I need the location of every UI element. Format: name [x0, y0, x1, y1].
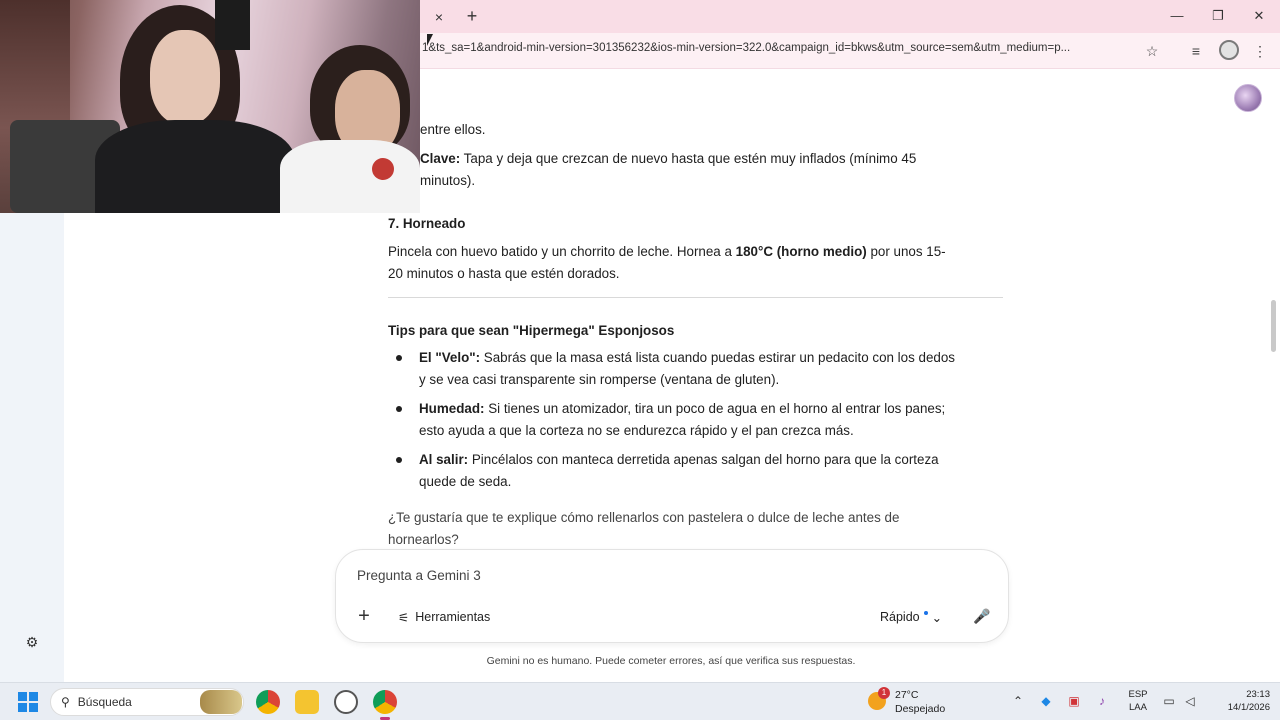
chevron-up-icon[interactable]: ⌃	[1009, 691, 1027, 711]
clave-paragraph: Clave: Tapa y deja que crezcan de nuevo …	[420, 148, 1004, 192]
amd-icon[interactable]: ▣	[1065, 691, 1083, 711]
tip-label: El "Velo":	[419, 350, 481, 365]
tip-text: Si tienes un atomizador, tira un poco de…	[484, 401, 946, 416]
webcam-overlay	[0, 0, 420, 213]
mode-selector[interactable]: Rápido ⌄	[880, 606, 942, 628]
step-text-tail: por unos 15-	[866, 244, 946, 259]
settings-icon[interactable]: ⚙	[24, 634, 40, 650]
cursor-icon	[427, 34, 433, 46]
tip-text: Pincélalos con manteca derretida apenas …	[468, 452, 939, 467]
step-text-line2: 20 minutos o hasta que estén dorados.	[388, 266, 620, 281]
clave-label: Clave:	[420, 151, 461, 166]
prompt-box: Pregunta a Gemini 3 + ⚟ Herramientas Ráp…	[335, 549, 1009, 643]
step-paragraph: Pincela con huevo batido y un chorrito d…	[388, 241, 1004, 285]
bullet-icon	[396, 406, 402, 412]
webcam-face-left-person	[150, 30, 220, 125]
fragment-text: entre ellos.	[420, 122, 486, 137]
tip-text-line2: y se vea casi transparente sin romperse …	[419, 372, 780, 387]
search-highlight-image[interactable]	[200, 690, 242, 714]
tools-label: Herramientas	[415, 610, 491, 624]
network-icon[interactable]: ▭	[1160, 691, 1178, 711]
tip-label: Al salir:	[419, 452, 469, 467]
maximize-button[interactable]: ❐	[1206, 6, 1230, 26]
mode-label: Rápido	[880, 610, 920, 624]
microphone-icon[interactable]: 🎤	[972, 605, 992, 627]
clock[interactable]: 23:13 14/1/2026	[1206, 688, 1270, 714]
date: 14/1/2026	[1227, 702, 1270, 713]
chrome-profile-icon[interactable]	[373, 690, 397, 720]
mode-indicator	[923, 611, 928, 615]
bullet-icon	[396, 457, 402, 463]
response-fragment: entre ellos.	[420, 119, 1036, 141]
star-icon[interactable]: ☆	[1141, 40, 1163, 62]
tips-heading: Tips para que sean "Hipermega" Esponjoso…	[388, 323, 675, 338]
weather-widget[interactable]: 1 27°C Despejado	[868, 687, 948, 717]
step-text: Pincela con huevo batido y un chorrito d…	[388, 244, 736, 259]
tip-label: Humedad:	[419, 401, 485, 416]
sidebar	[0, 213, 64, 682]
menu-icon[interactable]: ⋮	[1249, 40, 1271, 62]
screen: × + — ❐ ✕ 1&ts_sa=1&android-min-version=…	[0, 0, 1280, 720]
weather-badge: 1	[878, 687, 890, 699]
clave-text: Tapa y deja que crezcan de nuevo hasta q…	[460, 151, 917, 166]
defender-icon[interactable]: ◆	[1037, 691, 1055, 711]
search-label: Búsqueda	[77, 695, 132, 709]
step-emphasis: 180°C (horno medio)	[735, 244, 867, 259]
address-bar[interactable]: 1&ts_sa=1&android-min-version=301356232&…	[422, 42, 1134, 54]
chrome-icon[interactable]	[256, 690, 280, 714]
followup-question: ¿Te gustaría que te explique cómo rellen…	[388, 507, 1004, 551]
followup-line1: ¿Te gustaría que te explique cómo rellen…	[388, 510, 900, 525]
tip-text-line2: quede de seda.	[419, 474, 512, 489]
weather-description: Despejado	[895, 703, 946, 715]
minimize-button[interactable]: —	[1165, 6, 1189, 26]
webcam-monitor	[215, 0, 250, 50]
step-heading: 7. Horneado	[388, 216, 466, 231]
avatar[interactable]	[1234, 84, 1262, 112]
clave-continuation: minutos).	[420, 173, 476, 188]
disclaimer: Gemini no es humano. Puede cometer error…	[486, 655, 856, 667]
file-explorer-icon[interactable]	[295, 690, 319, 714]
time: 23:13	[1246, 689, 1270, 700]
scrollbar-thumb[interactable]	[1271, 300, 1276, 352]
microphone-tray-icon[interactable]: ♪	[1093, 691, 1111, 711]
list-item: Al salir: Pincélalos con manteca derreti…	[419, 449, 1009, 493]
bullet-icon	[396, 355, 402, 361]
keyboard-layout: LAA	[1129, 702, 1147, 713]
tools-button[interactable]: ⚟ Herramientas	[398, 606, 490, 628]
list-item: Humedad: Si tienes un atomizador, tira u…	[419, 398, 1009, 442]
close-window-button[interactable]: ✕	[1247, 6, 1271, 26]
tip-text-line2: esto ayuda a que la corteza no se endure…	[419, 423, 854, 438]
extension-icon[interactable]	[1219, 40, 1239, 60]
webcam-body-right-person	[280, 140, 420, 213]
divider	[388, 297, 1003, 298]
followup-line2: hornearlos?	[388, 532, 459, 547]
language-indicator[interactable]: ESP LAA	[1124, 688, 1152, 714]
chevron-down-icon: ⌄	[931, 610, 943, 625]
webcam-shirt-logo	[372, 158, 394, 180]
taskbar: ⚲ Búsqueda 1 27°C Despejado ⌃ ◆ ▣ ♪ ESP …	[0, 682, 1280, 720]
playlist-icon[interactable]: ≡	[1185, 40, 1207, 62]
add-button[interactable]: +	[352, 604, 376, 628]
prompt-input[interactable]: Pregunta a Gemini 3	[357, 568, 481, 583]
tools-icon: ⚟	[398, 610, 410, 625]
tip-text: Sabrás que la masa está lista cuando pue…	[480, 350, 956, 365]
search-icon: ⚲	[61, 695, 70, 709]
volume-icon[interactable]: ◁	[1181, 691, 1199, 711]
tab-close-button[interactable]: ×	[430, 8, 448, 26]
list-item: El "Velo": Sabrás que la masa está lista…	[419, 347, 1009, 391]
weather-temperature: 27°C	[895, 689, 919, 701]
webcam-body-left-person	[95, 120, 295, 213]
language-code: ESP	[1128, 689, 1148, 700]
start-button[interactable]	[18, 692, 38, 712]
obs-icon[interactable]	[334, 690, 358, 714]
new-tab-button[interactable]: +	[462, 6, 482, 26]
